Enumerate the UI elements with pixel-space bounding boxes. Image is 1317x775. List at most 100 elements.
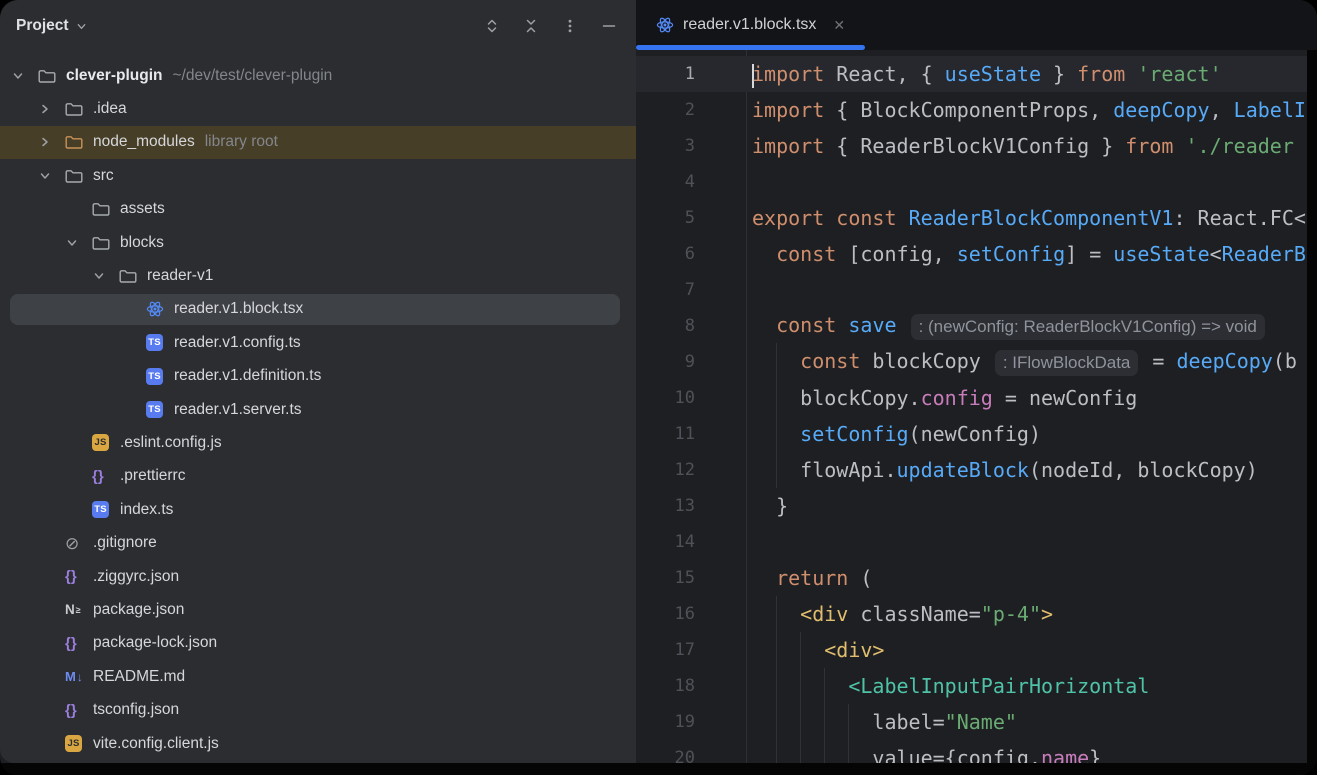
tree-row[interactable]: node_moduleslibrary root [0, 126, 636, 159]
code-line[interactable]: 7 [636, 272, 1307, 308]
editor-tab-active[interactable]: reader.v1.block.tsx ✕ [636, 0, 865, 50]
line-number[interactable]: 2 [636, 100, 695, 120]
tree-row[interactable]: M↓README.md [0, 660, 636, 693]
line-number[interactable]: 4 [636, 172, 695, 192]
code-line[interactable]: 16 <div className="p-4"> [636, 596, 1307, 632]
line-number[interactable]: 8 [636, 316, 695, 336]
line-number[interactable]: 6 [636, 244, 695, 264]
line-text: const [config, setConfig] = useState<Rea… [746, 236, 1306, 272]
code-line[interactable]: 6 const [config, setConfig] = useState<R… [636, 236, 1307, 272]
line-number[interactable]: 18 [636, 676, 695, 696]
tree-row[interactable]: src [0, 159, 636, 192]
tree-row[interactable]: TSindex.ts [0, 493, 636, 526]
tree-item-icon-wrap: N≥ [65, 602, 93, 617]
code-token: > [1041, 602, 1053, 626]
indent-guide-icon [824, 668, 825, 704]
tree-row[interactable]: clever-plugin~/dev/test/clever-plugin [0, 59, 636, 92]
code-token: = newConfig [993, 386, 1138, 410]
hide-panel-icon[interactable] [600, 17, 618, 35]
code-token [897, 313, 909, 337]
line-number[interactable]: 3 [636, 136, 695, 156]
chevron-right-icon[interactable] [39, 103, 65, 115]
line-number[interactable]: 19 [636, 712, 695, 732]
line-number[interactable]: 13 [636, 496, 695, 516]
line-number[interactable]: 1 [636, 64, 695, 84]
code-token: from [1077, 62, 1125, 86]
code-line[interactable]: 10 blockCopy.config = newConfig [636, 380, 1307, 416]
tree-item-label: reader.v1.definition.ts [174, 367, 321, 385]
line-number[interactable]: 7 [636, 280, 695, 300]
inlay-hint: : (newConfig: ReaderBlockV1Config) => vo… [911, 314, 1265, 340]
code-line[interactable]: 11 setConfig(newConfig) [636, 416, 1307, 452]
expand-all-icon[interactable] [483, 17, 501, 35]
line-number[interactable]: 10 [636, 388, 695, 408]
tree-row[interactable]: {}tsconfig.json [0, 693, 636, 726]
tree-row[interactable]: TSreader.v1.definition.ts [0, 360, 636, 393]
line-number[interactable]: 5 [636, 208, 695, 228]
tree-item-label: reader-v1 [147, 267, 213, 285]
code-line[interactable]: 3import { ReaderBlockV1Config } from './… [636, 128, 1307, 164]
tab-close-icon[interactable]: ✕ [833, 17, 845, 34]
tree-item-icon-wrap: TS [146, 401, 174, 418]
code-editor[interactable]: 1import React, { useState } from 'react'… [636, 50, 1307, 775]
line-number[interactable]: 17 [636, 640, 695, 660]
code-line[interactable]: 15 return ( [636, 560, 1307, 596]
code-line[interactable]: 17 <div> [636, 632, 1307, 668]
collapse-all-icon[interactable] [522, 17, 540, 35]
code-line[interactable]: 18 <LabelInputPairHorizontal [636, 668, 1307, 704]
line-number[interactable]: 12 [636, 460, 695, 480]
tab-title: reader.v1.block.tsx [683, 16, 816, 34]
tree-row[interactable]: TSreader.v1.server.ts [0, 393, 636, 426]
tree-row[interactable]: TSreader.v1.config.ts [0, 326, 636, 359]
code-token: ReaderB [1222, 242, 1306, 266]
tree-item-icon-wrap [65, 134, 93, 150]
tree-row[interactable]: blocks [0, 226, 636, 259]
tree-row[interactable]: .idea [0, 92, 636, 125]
tree-row[interactable]: {}package-lock.json [0, 627, 636, 660]
tree-row[interactable]: reader-v1 [0, 259, 636, 292]
tree-item-label: vite.config.client.js [93, 735, 219, 753]
chevron-right-icon[interactable] [39, 136, 65, 148]
chevron-down-icon[interactable] [12, 70, 38, 82]
line-number[interactable]: 11 [636, 424, 695, 444]
line-text: import { BlockComponentProps, deepCopy, … [746, 92, 1306, 128]
chevron-down-icon[interactable] [93, 270, 119, 282]
line-number[interactable]: 9 [636, 352, 695, 372]
line-number[interactable]: 14 [636, 532, 695, 552]
indent-guide-icon [776, 596, 777, 632]
more-options-icon[interactable] [561, 17, 579, 35]
code-line[interactable]: 4 [636, 164, 1307, 200]
javascript-icon: JS [92, 434, 109, 451]
code-line[interactable]: 8 const save : (newConfig: ReaderBlockV1… [636, 308, 1307, 344]
tree-item-label: blocks [120, 234, 164, 252]
tree-row[interactable]: {}.ziggyrc.json [0, 560, 636, 593]
code-line[interactable]: 13 } [636, 488, 1307, 524]
code-line[interactable]: 12 flowApi.updateBlock(nodeId, blockCopy… [636, 452, 1307, 488]
code-line[interactable]: 5export const ReaderBlockComponentV1: Re… [636, 200, 1307, 236]
code-line[interactable]: 19 label="Name" [636, 704, 1307, 740]
code-line[interactable]: 14 [636, 524, 1307, 560]
tree-row[interactable]: ⊘.gitignore [0, 526, 636, 559]
folder-library-icon [65, 134, 83, 150]
code-line[interactable]: 9 const blockCopy : IFlowBlockData = dee… [636, 344, 1307, 380]
braces-icon: {} [92, 468, 104, 485]
project-view-dropdown[interactable]: Project [16, 17, 87, 35]
line-number[interactable]: 16 [636, 604, 695, 624]
chevron-down-icon[interactable] [66, 237, 92, 249]
tree-row[interactable]: JS.eslint.config.js [0, 426, 636, 459]
tree-row[interactable]: assets [0, 193, 636, 226]
line-number[interactable]: 15 [636, 568, 695, 588]
code-token: { BlockComponentProps, [824, 98, 1113, 122]
code-line[interactable]: 1import React, { useState } from 'react' [636, 56, 1307, 92]
tree-row[interactable]: N≥package.json [0, 593, 636, 626]
code-token: flowApi. [752, 458, 897, 482]
tree-item-suffix: library root [205, 133, 278, 151]
code-token: from [1125, 134, 1173, 158]
tree-row[interactable]: reader.v1.block.tsx [0, 293, 636, 326]
tree-row[interactable]: {}.prettierrc [0, 460, 636, 493]
chevron-down-icon[interactable] [39, 170, 65, 182]
tree-item-icon-wrap [92, 201, 120, 217]
tree-item-label: .gitignore [93, 534, 157, 552]
code-line[interactable]: 2 import { BlockComponentProps, deepCopy,… [636, 92, 1307, 128]
tree-row[interactable]: JSvite.config.client.js [0, 727, 636, 760]
